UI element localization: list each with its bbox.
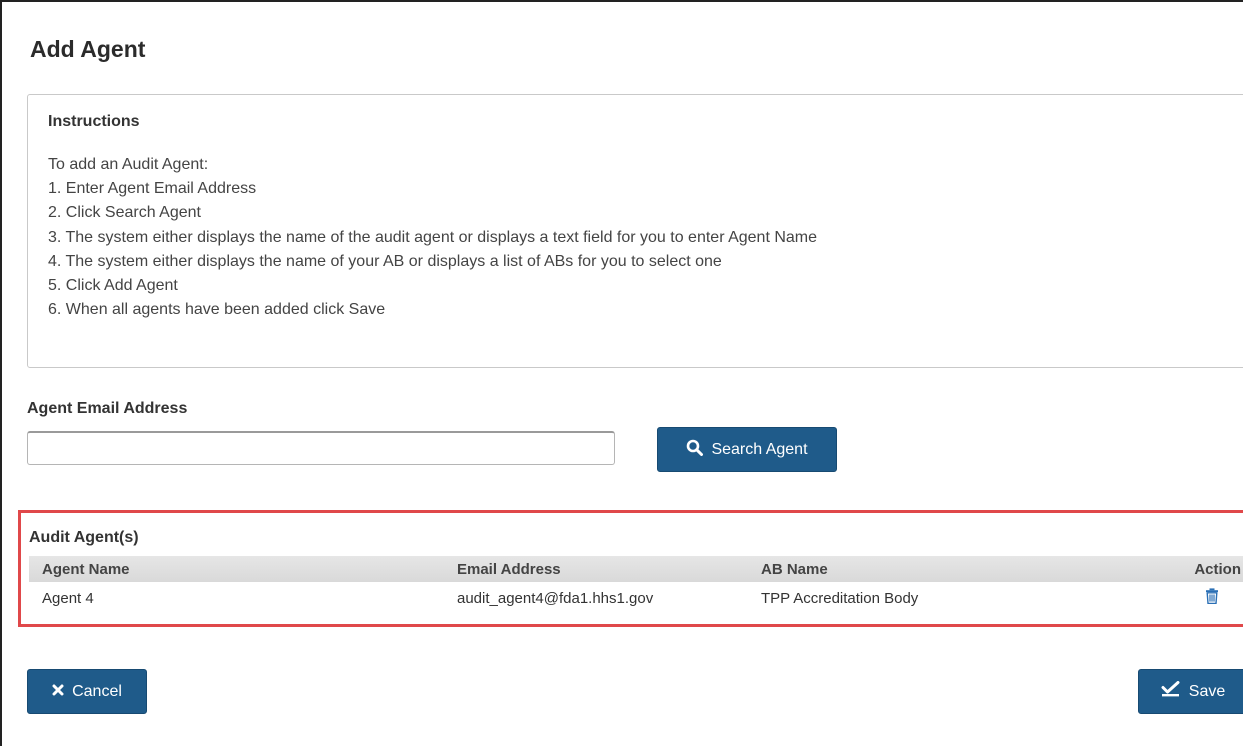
search-agent-button[interactable]: Search Agent <box>657 427 837 472</box>
search-agent-label: Search Agent <box>711 440 808 458</box>
audit-agents-table: Agent Name Email Address AB Name Action … <box>29 556 1243 614</box>
instruction-line: 2. Click Search Agent <box>48 204 201 222</box>
instructions-list: To add an Audit Agent: 1. Enter Agent Em… <box>48 153 817 322</box>
agent-name-cell: Agent 4 <box>42 589 94 607</box>
close-icon <box>52 683 64 701</box>
trash-icon[interactable] <box>1205 588 1219 608</box>
instruction-line: 4. The system either displays the name o… <box>48 252 722 270</box>
audit-agents-title: Audit Agent(s) <box>29 529 139 546</box>
checkmark-icon <box>1161 681 1181 702</box>
column-header-email: Email Address <box>457 560 561 578</box>
instruction-line: 1. Enter Agent Email Address <box>48 180 257 198</box>
table-header-row: Agent Name Email Address AB Name Action <box>29 556 1243 582</box>
instructions-title: Instructions <box>48 113 140 130</box>
save-label: Save <box>1188 682 1226 700</box>
instruction-line: 6. When all agents have been added click… <box>48 301 386 319</box>
page-title: Add Agent <box>30 36 146 62</box>
agent-email-input[interactable] <box>27 431 615 465</box>
cancel-button[interactable]: Cancel <box>27 669 147 714</box>
search-icon <box>686 439 704 461</box>
cancel-label: Cancel <box>72 682 122 700</box>
table-row: Agent 4 audit_agent4@fda1.hhs1.gov TPP A… <box>29 582 1243 614</box>
agent-ab-name-cell: TPP Accreditation Body <box>761 589 919 607</box>
column-header-action: Action <box>1194 560 1241 578</box>
column-header-agent-name: Agent Name <box>42 560 130 578</box>
instructions-panel: Instructions To add an Audit Agent: 1. E… <box>27 94 1243 368</box>
agent-email-cell: audit_agent4@fda1.hhs1.gov <box>457 589 654 607</box>
column-header-ab-name: AB Name <box>761 560 828 578</box>
save-button[interactable]: Save <box>1138 669 1243 714</box>
instruction-line: 5. Click Add Agent <box>48 277 178 295</box>
audit-agents-section: Audit Agent(s) Agent Name Email Address … <box>18 510 1243 627</box>
agent-action-cell <box>1108 582 1243 614</box>
instruction-line: 3. The system either displays the name o… <box>48 228 818 246</box>
page-frame: Add Agent Instructions To add an Audit A… <box>0 0 1243 746</box>
instruction-line: To add an Audit Agent: <box>48 156 209 173</box>
agent-email-label: Agent Email Address <box>27 400 188 417</box>
